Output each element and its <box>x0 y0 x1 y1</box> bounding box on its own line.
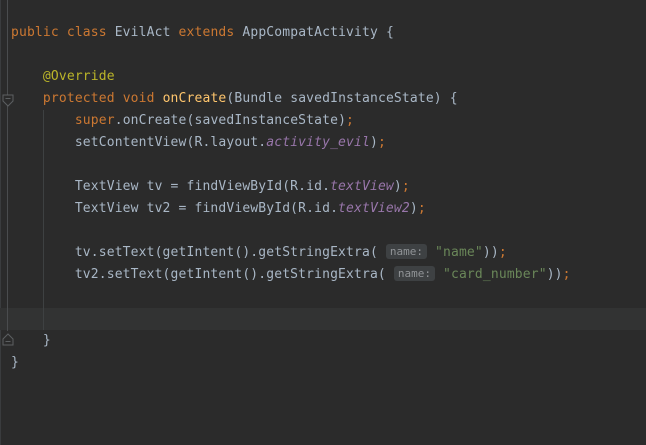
code-line[interactable]: setContentView(R.layout.activity_evil); <box>0 132 646 154</box>
code-token: } <box>11 333 51 348</box>
code-token: textView <box>330 179 394 194</box>
code-token: EvilAct <box>115 25 179 40</box>
code-token <box>11 113 75 128</box>
code-token: ) <box>370 135 378 150</box>
code-token: @Override <box>11 69 115 84</box>
code-line[interactable]: TextView tv = findViewById(R.id.textView… <box>0 176 646 198</box>
code-token: TextView tv = findViewById(R.id. <box>11 179 330 194</box>
code-line[interactable]: super.onCreate(savedInstanceState); <box>0 110 646 132</box>
code-token: ) <box>394 179 402 194</box>
code-line[interactable] <box>0 286 646 308</box>
code-token: AppCompatActivity { <box>242 25 394 40</box>
code-token: ; <box>499 245 507 260</box>
code-token: ; <box>402 179 410 194</box>
code-token: ; <box>346 113 354 128</box>
code-token: ; <box>378 135 386 150</box>
code-line[interactable]: tv.setText(getIntent().getStringExtra( n… <box>0 242 646 264</box>
code-token: super <box>75 113 115 128</box>
code-line[interactable]: } <box>0 352 646 374</box>
code-token: public class <box>11 25 115 40</box>
code-token: "name" <box>435 245 483 260</box>
code-line[interactable] <box>0 44 646 66</box>
code-token: )) <box>483 245 499 260</box>
code-token: TextView tv2 = findViewById(R.id. <box>11 201 338 216</box>
code-token: extends <box>179 25 243 40</box>
code-token: activity_evil <box>266 135 370 150</box>
code-token: .onCreate(savedInstanceState) <box>115 113 346 128</box>
code-token: textView2 <box>338 201 410 216</box>
code-line[interactable] <box>0 154 646 176</box>
code-editor: public class EvilAct extends AppCompatAc… <box>0 0 646 445</box>
code-token: protected void <box>43 91 163 106</box>
code-line[interactable] <box>0 308 646 330</box>
parameter-hint-inlay: name: <box>394 266 435 281</box>
code-token: } <box>11 355 19 370</box>
code-token: tv.setText(getIntent().getStringExtra( <box>11 245 386 260</box>
code-token: setContentView(R.layout. <box>11 135 266 150</box>
code-token: "card_number" <box>443 267 547 282</box>
code-token: ) <box>410 201 418 216</box>
code-token <box>427 245 435 260</box>
code-token <box>11 91 43 106</box>
code-line[interactable]: tv2.setText(getIntent().getStringExtra( … <box>0 264 646 286</box>
code-line[interactable]: @Override <box>0 66 646 88</box>
code-token <box>435 267 443 282</box>
code-token: (Bundle savedInstanceState) { <box>226 91 457 106</box>
code-token: tv2.setText(getIntent().getStringExtra( <box>11 267 394 282</box>
code-token: ; <box>563 267 571 282</box>
code-line[interactable] <box>0 220 646 242</box>
parameter-hint-inlay: name: <box>386 244 427 259</box>
code-line[interactable]: public class EvilAct extends AppCompatAc… <box>0 22 646 44</box>
code-line[interactable]: } <box>0 330 646 352</box>
code-token: )) <box>547 267 563 282</box>
code-token: onCreate <box>163 91 227 106</box>
code-lines: public class EvilAct extends AppCompatAc… <box>0 22 646 374</box>
code-line[interactable]: protected void onCreate(Bundle savedInst… <box>0 88 646 110</box>
code-token: ; <box>418 201 426 216</box>
code-line[interactable]: TextView tv2 = findViewById(R.id.textVie… <box>0 198 646 220</box>
